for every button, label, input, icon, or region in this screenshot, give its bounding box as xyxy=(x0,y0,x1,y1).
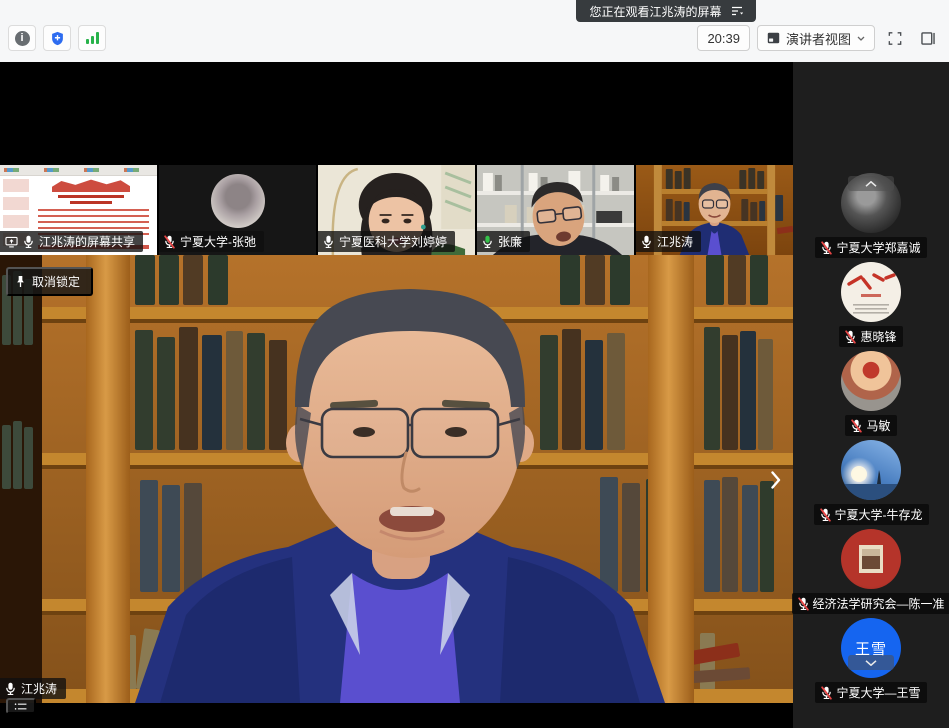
avatar xyxy=(841,440,901,500)
meeting-window: i 20:39 演讲者视图 xyxy=(0,0,949,728)
meeting-info-button[interactable]: i xyxy=(8,25,36,51)
mic-icon xyxy=(641,235,652,249)
participants-sidebar: 宁夏大学郑嘉诚 惠晓锋 xyxy=(793,62,949,728)
participant-niucunlong[interactable]: 宁夏大学-牛存龙 xyxy=(793,433,949,522)
mic-speaking-icon xyxy=(482,235,493,249)
avatar xyxy=(841,351,901,411)
landscape-avatar-art xyxy=(841,440,901,500)
mic-muted-icon xyxy=(798,597,809,611)
sidebar-panel-icon xyxy=(921,32,935,45)
meeting-timer: 20:39 xyxy=(697,25,750,51)
thumbnail-name: 宁夏大学-张弛 xyxy=(180,233,256,250)
pin-icon xyxy=(15,275,26,288)
speaker-name: 江兆涛 xyxy=(21,680,57,697)
mic-muted-icon xyxy=(820,508,831,522)
screen-share-icon xyxy=(5,236,18,248)
thumbnail-name: 江兆涛 xyxy=(657,233,693,250)
thumbnail-label: 江兆涛的屏幕共享 xyxy=(0,231,143,252)
top-toolbar: i 20:39 演讲者视图 xyxy=(0,0,949,62)
main-speaker-video: 取消锁定 江兆涛 xyxy=(0,255,793,703)
scroll-up-button[interactable] xyxy=(848,176,894,191)
shield-plus-icon xyxy=(51,31,64,46)
info-icon: i xyxy=(15,31,30,46)
book-cover-art xyxy=(859,545,883,573)
toolbar-left-group: i xyxy=(8,25,106,51)
mic-icon xyxy=(323,235,334,249)
network-signal-icon xyxy=(86,32,99,44)
participant-name: 宁夏大学-牛存龙 xyxy=(835,506,923,523)
mic-muted-icon xyxy=(845,330,856,344)
watching-screen-banner: 您正在观看江兆涛的屏幕 xyxy=(576,0,756,22)
mic-muted-icon xyxy=(164,235,175,249)
view-switch-button[interactable]: 演讲者视图 xyxy=(757,25,875,51)
meeting-time: 20:39 xyxy=(707,31,740,46)
mic-muted-icon xyxy=(851,419,862,433)
speaker-view-icon xyxy=(767,32,780,44)
fullscreen-button[interactable] xyxy=(882,25,908,51)
watching-screen-text: 您正在观看江兆涛的屏幕 xyxy=(589,3,721,20)
chevron-right-icon xyxy=(771,469,781,491)
thumbnail-label: 宁夏大学-张弛 xyxy=(159,231,264,252)
mic-muted-icon xyxy=(821,241,832,255)
chevron-down-icon xyxy=(865,660,877,666)
unpin-button[interactable]: 取消锁定 xyxy=(6,267,93,296)
agenda-list-button[interactable] xyxy=(6,698,36,714)
speaker-name-label: 江兆涛 xyxy=(0,678,66,699)
thumbnail-name: 宁夏医科大学刘婷婷 xyxy=(339,233,447,250)
toolbar-right-group: 20:39 演讲者视图 xyxy=(697,25,941,51)
participant-name: 宁夏大学—王雪 xyxy=(836,684,920,701)
thumbnail-screen-share[interactable]: 江兆涛的屏幕共享 xyxy=(0,165,157,255)
thumbnail-zhangchi[interactable]: 宁夏大学-张弛 xyxy=(159,165,316,255)
thumbnail-label: 江兆涛 xyxy=(636,231,701,252)
participant-huixiaofeng[interactable]: 惠晓锋 xyxy=(793,255,949,344)
speaker-video-feed xyxy=(0,255,793,703)
network-status-button[interactable] xyxy=(78,25,106,51)
avatar xyxy=(211,174,265,228)
chevron-up-icon xyxy=(865,181,877,187)
mic-muted-icon xyxy=(821,686,832,700)
participant-name: 马敏 xyxy=(866,417,890,434)
thumbnail-label: 张廉 xyxy=(477,231,530,252)
next-page-button[interactable] xyxy=(765,465,787,495)
mic-icon xyxy=(23,235,34,249)
thumbnail-label: 宁夏医科大学刘婷婷 xyxy=(318,231,455,252)
participant-list: 宁夏大学郑嘉诚 惠晓锋 xyxy=(793,166,949,700)
participant-chenyizhun[interactable]: 经济法学研究会—陈一准 xyxy=(793,522,949,611)
participant-name: 惠晓锋 xyxy=(860,328,896,345)
thumbnail-jiangzhaotao[interactable]: 江兆涛 xyxy=(636,165,793,255)
mic-icon xyxy=(5,682,16,696)
list-icon xyxy=(14,702,28,711)
toggle-sidebar-button[interactable] xyxy=(915,25,941,51)
avatar xyxy=(841,529,901,589)
thumbnail-name: 张廉 xyxy=(498,233,522,250)
scroll-down-button[interactable] xyxy=(848,655,894,670)
fullscreen-icon xyxy=(888,31,902,46)
chevron-down-icon xyxy=(857,36,865,41)
thumbnail-liutingting[interactable]: 宁夏医科大学刘婷婷 xyxy=(318,165,475,255)
participant-name: 经济法学研究会—陈一准 xyxy=(813,595,945,612)
thumbnail-zhanglian[interactable]: 张廉 xyxy=(477,165,634,255)
filmstrip: 江兆涛的屏幕共享 宁夏大学-张弛 xyxy=(0,165,793,255)
participant-name: 宁夏大学郑嘉诚 xyxy=(836,239,920,256)
thumbnail-name: 江兆涛的屏幕共享 xyxy=(39,233,135,250)
participant-label: 宁夏大学—王雪 xyxy=(815,682,926,703)
meeting-stage: 江兆涛的屏幕共享 宁夏大学-张弛 xyxy=(0,62,949,728)
participant-mamin[interactable]: 马敏 xyxy=(793,344,949,433)
view-switch-label: 演讲者视图 xyxy=(786,29,851,48)
avatar xyxy=(841,262,901,322)
unpin-label: 取消锁定 xyxy=(32,273,80,290)
document-avatar-art xyxy=(841,262,901,322)
security-button[interactable] xyxy=(43,25,71,51)
banner-menu-icon[interactable] xyxy=(731,6,743,16)
